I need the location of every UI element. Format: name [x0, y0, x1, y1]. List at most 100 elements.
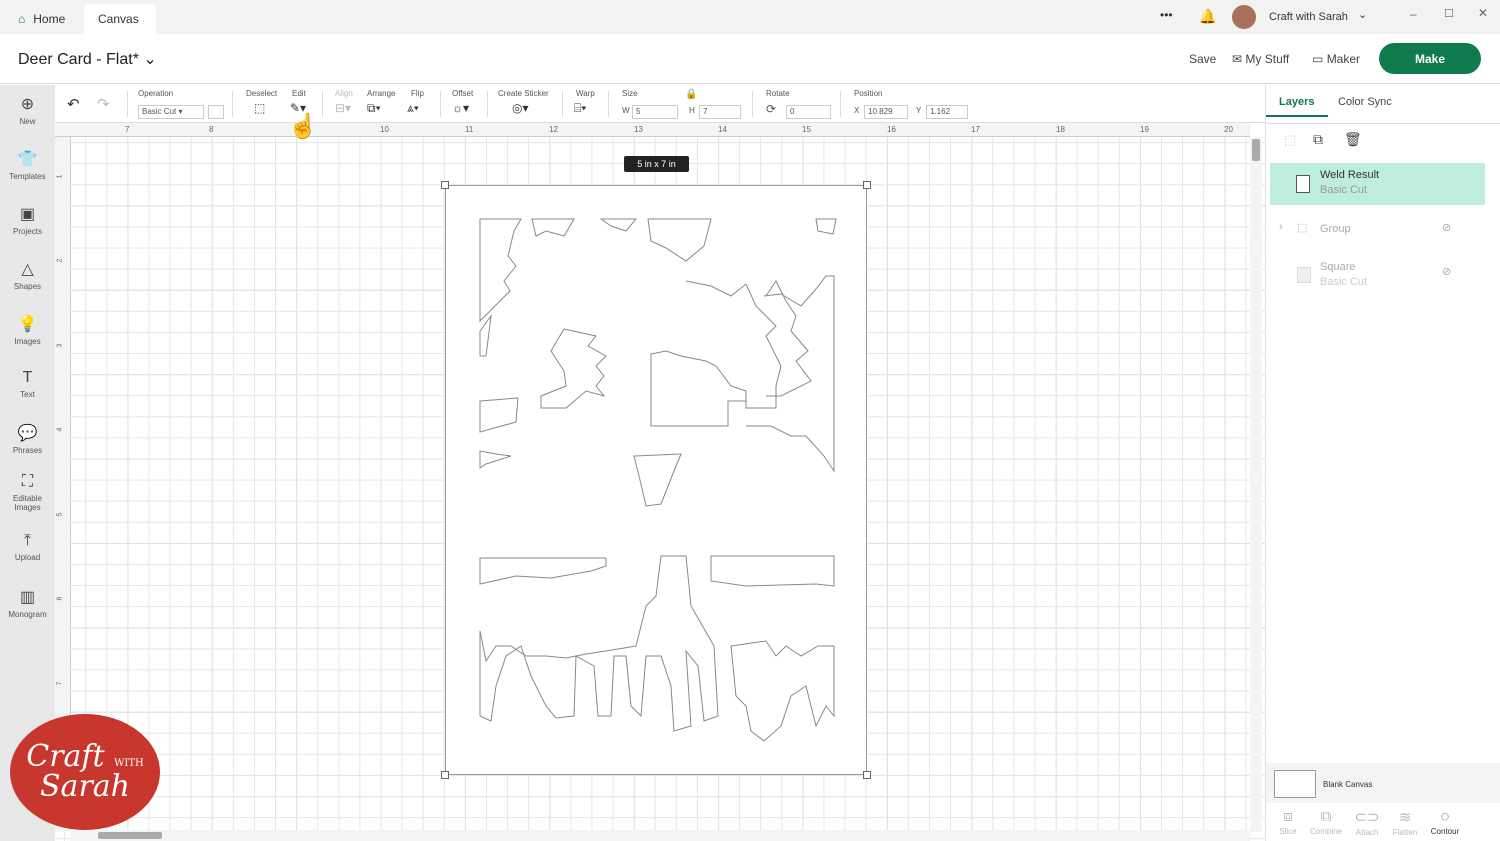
canvas-swatch: [1274, 770, 1316, 798]
account-name[interactable]: Craft with Sarah: [1269, 11, 1348, 23]
ruler-tick: 20: [1224, 125, 1233, 134]
tab-color-sync[interactable]: Color Sync: [1338, 96, 1392, 108]
sidebar-item-editable-images[interactable]: ⛶ Editable Images: [0, 473, 55, 512]
tab-canvas[interactable]: Canvas: [84, 4, 156, 34]
divider: [608, 91, 609, 117]
minimize-icon[interactable]: –: [1410, 7, 1417, 21]
ruler-tick: 14: [718, 125, 727, 134]
project-title[interactable]: Deer Card - Flat* ⌄: [18, 49, 157, 69]
position-label: Position: [854, 89, 883, 98]
size-group: Size 🔒 W 5 H 7: [622, 89, 742, 119]
group-icon[interactable]: ⬚: [1284, 132, 1296, 148]
horizontal-scrollbar[interactable]: [70, 830, 1250, 841]
chevron-down-icon[interactable]: ⌄: [1358, 8, 1367, 21]
upload-icon: ⤒: [23, 532, 32, 549]
sidebar-item-projects[interactable]: ▣ Projects: [0, 204, 55, 236]
attach-label: Attach: [1355, 828, 1379, 837]
hidden-eye-icon[interactable]: ⊘: [1442, 221, 1451, 234]
avatar[interactable]: [1232, 5, 1256, 29]
create-sticker-button[interactable]: Create Sticker ◎▾: [498, 89, 549, 115]
divider: [487, 91, 488, 117]
project-title-text: Deer Card - Flat*: [18, 51, 139, 68]
close-icon[interactable]: ✕: [1478, 6, 1488, 20]
vertical-scrollbar[interactable]: [1250, 137, 1262, 832]
chevron-right-icon[interactable]: ›: [1279, 221, 1283, 233]
offset-label: Offset: [452, 89, 474, 98]
ruler-tick: 19: [1140, 125, 1149, 134]
divider: [232, 91, 233, 117]
my-stuff-button[interactable]: ✉ My Stuff: [1232, 52, 1289, 66]
contour-icon: ◌: [1440, 808, 1450, 825]
divider: [1266, 123, 1500, 124]
offset-button[interactable]: Offset ☼▾: [452, 89, 474, 115]
arrange-icon: ⧉▾: [367, 101, 381, 115]
operation-group: Operation Basic Cut ▾: [138, 89, 224, 119]
tab-label: Home: [33, 12, 66, 26]
ruler-tick: 7: [125, 125, 130, 134]
resize-handle[interactable]: [863, 181, 871, 189]
sidebar-label: Shapes: [13, 282, 42, 291]
chevron-down-icon: ⌄: [143, 51, 157, 68]
layer-weld-result[interactable]: Weld Result Basic Cut: [1270, 163, 1485, 205]
projects-icon: ▣: [19, 206, 36, 223]
ruler-tick: 4: [56, 427, 64, 432]
sidebar-item-images[interactable]: 💡 Images: [0, 314, 55, 346]
save-button[interactable]: Save: [1189, 52, 1216, 66]
divider: [127, 91, 128, 117]
hidden-eye-icon[interactable]: ⊘: [1442, 265, 1451, 278]
height-label: H: [689, 106, 695, 115]
lock-icon[interactable]: 🔒: [685, 89, 697, 100]
flatten-button[interactable]: ≋ Flatten: [1385, 808, 1425, 837]
combine-icon: ⧉: [1320, 808, 1332, 825]
sidebar-item-shapes[interactable]: △ Shapes: [0, 259, 55, 291]
width-input[interactable]: 5: [632, 105, 678, 119]
rotate-label: Rotate: [766, 89, 790, 98]
operation-color-swatch[interactable]: [208, 105, 224, 119]
sidebar-item-phrases[interactable]: 💬 Phrases: [0, 423, 55, 455]
slice-button[interactable]: ⧈ Slice: [1268, 808, 1308, 836]
make-button[interactable]: Make: [1379, 43, 1481, 74]
attach-button[interactable]: ⊂⊃ Attach: [1347, 808, 1387, 837]
layer-group[interactable]: › ⬚ Group ⊘: [1270, 211, 1485, 253]
align-button[interactable]: Align ⊟▾: [335, 89, 353, 115]
resize-handle[interactable]: [863, 771, 871, 779]
maker-button[interactable]: ▭ Maker: [1312, 52, 1360, 66]
sidebar-item-upload[interactable]: ⤒ Upload: [0, 532, 55, 562]
ruler-tick: 1: [56, 174, 64, 179]
edit-button[interactable]: Edit ✎▾: [290, 89, 306, 115]
resize-handle[interactable]: [441, 771, 449, 779]
flip-button[interactable]: Flip ⩓▾: [407, 89, 424, 115]
selected-design-weld-result[interactable]: [441, 181, 871, 779]
deselect-button[interactable]: Deselect ⬚: [246, 89, 277, 115]
operation-select[interactable]: Basic Cut ▾: [138, 105, 204, 119]
rotate-input[interactable]: 0: [786, 105, 831, 119]
ruler-tick: 3: [56, 343, 64, 348]
contour-button[interactable]: ◌ Contour: [1425, 808, 1465, 836]
undo-icon[interactable]: ↶: [67, 95, 80, 113]
blank-canvas-row[interactable]: Blank Canvas: [1266, 763, 1500, 803]
rotate-group: Rotate ⟳ 0: [766, 89, 836, 119]
sidebar-item-monogram[interactable]: ▥ Monogram: [0, 587, 55, 619]
bell-icon[interactable]: 🔔: [1199, 8, 1216, 25]
sidebar-item-templates[interactable]: 👕 Templates: [0, 149, 55, 181]
duplicate-icon[interactable]: ⧉: [1313, 131, 1323, 148]
combine-button[interactable]: ⧉ Combine: [1306, 808, 1346, 836]
tab-home[interactable]: ⌂ Home: [4, 4, 79, 34]
sidebar-item-new[interactable]: ⊕ New: [0, 94, 55, 126]
redo-icon[interactable]: ↷: [97, 95, 110, 113]
layer-square[interactable]: Square Basic Cut ⊘: [1270, 255, 1485, 297]
warp-button[interactable]: Warp ⌸▾: [574, 89, 595, 115]
shirt-icon: 👕: [17, 151, 38, 168]
sidebar-label: Editable Images: [13, 494, 42, 512]
tab-layers[interactable]: Layers: [1279, 96, 1314, 108]
y-input[interactable]: 1.162: [926, 105, 968, 119]
x-input[interactable]: 10.829: [864, 105, 908, 119]
height-input[interactable]: 7: [699, 105, 741, 119]
arrange-button[interactable]: Arrange ⧉▾: [367, 89, 395, 115]
trash-icon[interactable]: 🗑: [1344, 131, 1362, 148]
resize-handle[interactable]: [441, 181, 449, 189]
sidebar-item-text[interactable]: T Text: [0, 369, 55, 399]
x-value: 10.829: [868, 107, 893, 116]
more-menu-icon[interactable]: •••: [1160, 8, 1173, 22]
maximize-icon[interactable]: ☐: [1444, 7, 1454, 20]
